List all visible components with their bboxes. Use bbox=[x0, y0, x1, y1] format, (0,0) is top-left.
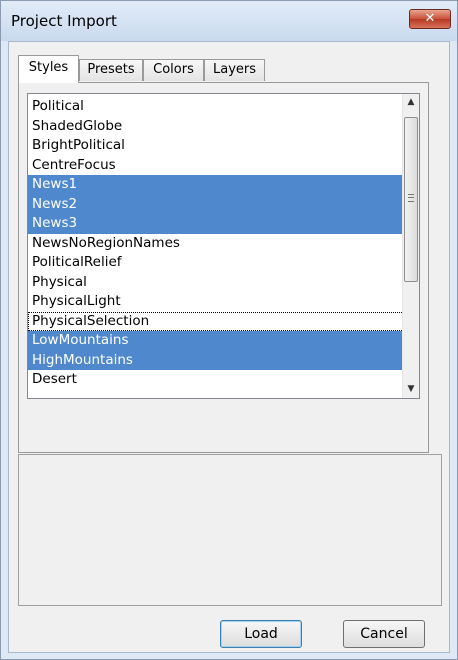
list-item[interactable]: NewsNoRegionNames bbox=[28, 234, 410, 254]
list-item[interactable]: PhysicalSelection bbox=[28, 311, 410, 331]
tab-presets[interactable]: Presets bbox=[79, 59, 143, 81]
window-title: Project Import bbox=[11, 12, 117, 30]
scroll-thumb[interactable] bbox=[404, 117, 418, 282]
list-item[interactable]: News3 bbox=[28, 214, 410, 234]
list-item[interactable]: HighMountains bbox=[28, 350, 410, 370]
list-item[interactable]: LowMountains bbox=[28, 331, 410, 351]
tab-label: Colors bbox=[153, 62, 194, 77]
tab-label: Presets bbox=[87, 62, 135, 77]
tab-label: Layers bbox=[212, 62, 257, 77]
close-button[interactable]: ✕ bbox=[409, 9, 451, 29]
tab-colors[interactable]: Colors bbox=[143, 59, 204, 81]
grip-icon bbox=[408, 194, 414, 202]
scroll-down-icon[interactable]: ▼ bbox=[403, 381, 419, 398]
load-button[interactable]: Load bbox=[220, 620, 302, 648]
list-item[interactable]: Desert bbox=[28, 370, 410, 390]
list-item[interactable]: News2 bbox=[28, 194, 410, 214]
list-item[interactable]: News1 bbox=[28, 175, 410, 195]
tab-label: Styles bbox=[28, 60, 69, 75]
scroll-up-icon[interactable]: ▲ bbox=[403, 94, 419, 111]
tab-layers[interactable]: Layers bbox=[204, 59, 265, 81]
list-item[interactable]: BrightPolitical bbox=[28, 136, 410, 156]
list-item[interactable]: Political bbox=[28, 97, 410, 117]
cancel-button-label: Cancel bbox=[360, 626, 408, 642]
vertical-scrollbar[interactable]: ▲ ▼ bbox=[402, 94, 419, 398]
list-item[interactable]: Physical bbox=[28, 273, 410, 293]
styles-list-rows: Political ShadedGlobe BrightPolitical Centr… bbox=[28, 97, 410, 390]
details-panel bbox=[18, 454, 442, 606]
list-item[interactable]: PhysicalLight bbox=[28, 292, 410, 312]
dialog-client-area: Styles Presets Colors Layers Political Sh… bbox=[8, 41, 450, 653]
cancel-button[interactable]: Cancel bbox=[343, 620, 425, 648]
list-item[interactable]: PoliticalRelief bbox=[28, 253, 410, 273]
project-import-dialog: Project Import ✕ Styles Presets Colors L… bbox=[0, 0, 458, 660]
styles-listbox[interactable]: Political ShadedGlobe BrightPolitical Centr… bbox=[27, 93, 420, 399]
tab-styles[interactable]: Styles bbox=[18, 55, 79, 83]
list-item[interactable]: CentreFocus bbox=[28, 156, 410, 176]
title-bar[interactable]: Project Import ✕ bbox=[1, 1, 457, 41]
styles-tab-panel: Political ShadedGlobe BrightPolitical Centr… bbox=[18, 82, 429, 453]
close-icon: ✕ bbox=[424, 11, 436, 26]
load-button-label: Load bbox=[244, 626, 278, 642]
list-item[interactable]: ShadedGlobe bbox=[28, 117, 410, 137]
